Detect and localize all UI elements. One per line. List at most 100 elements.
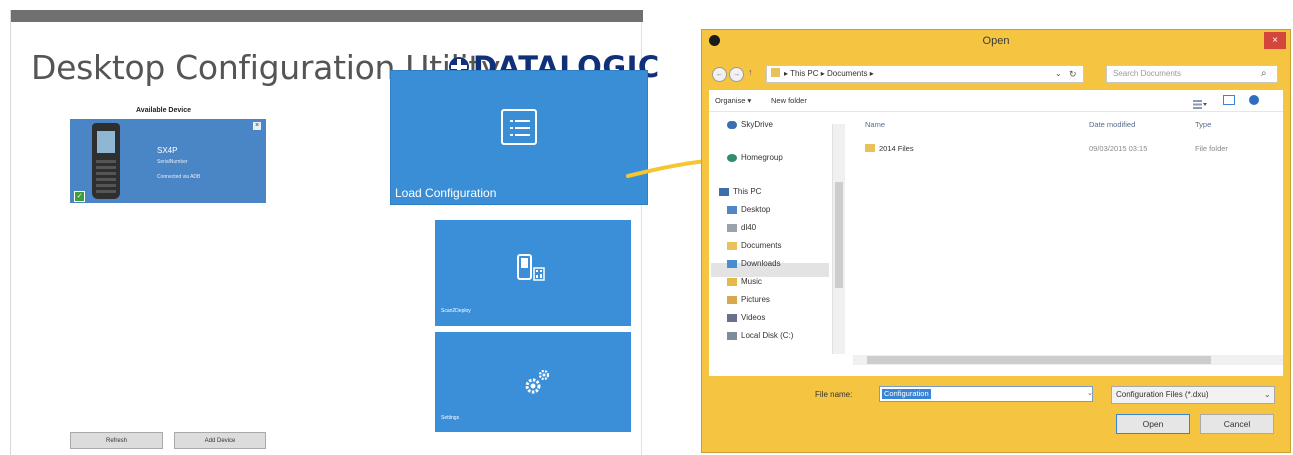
horizontal-scrollbar[interactable] (853, 355, 1283, 365)
computer-icon (719, 187, 729, 196)
scan2deploy-label: Scan2Deploy (441, 308, 471, 314)
downloads-icon (727, 259, 737, 268)
forward-icon[interactable]: → (729, 67, 744, 82)
nav-item-desktop[interactable]: Desktop (727, 205, 770, 214)
nav-item-label: Homegroup (741, 153, 783, 162)
add-device-button[interactable]: Add Device (174, 432, 266, 449)
device-keypad (96, 159, 116, 193)
documents-icon (727, 241, 737, 250)
disk-icon (727, 331, 737, 340)
breadcrumb: ▸ This PC ▸ Documents ▸ (784, 69, 874, 78)
refresh-icon[interactable]: ↻ (1069, 66, 1077, 82)
folder-icon (865, 144, 875, 152)
handheld-device-image (92, 123, 120, 199)
load-configuration-tile[interactable]: Load Configuration (391, 71, 647, 204)
dialog-footer: File name: Configuration ⌄ Configuration… (709, 376, 1283, 448)
file-name: 2014 Files (879, 144, 914, 153)
nav-scrollbar-thumb[interactable] (835, 182, 843, 288)
column-type[interactable]: Type (1195, 120, 1211, 129)
dialog-toolbar: Organise ▾ New folder (709, 90, 1283, 112)
device-connection-status: Connected via ADB (157, 174, 201, 180)
phone-barcode-icon (517, 254, 545, 281)
close-button[interactable]: × (1264, 32, 1286, 49)
horizontal-scrollbar-thumb[interactable] (867, 356, 1211, 364)
column-date-modified[interactable]: Date modified (1089, 120, 1135, 129)
chevron-down-icon: ⌄ (1264, 390, 1271, 399)
open-file-dialog: Open × ← → ↑ ▸ This PC ▸ Documents ▸ ⌄ ↻… (701, 29, 1291, 453)
cancel-button[interactable]: Cancel (1200, 414, 1274, 434)
column-name[interactable]: Name (865, 120, 885, 129)
view-options-icon[interactable] (1193, 96, 1207, 109)
nav-item-label: This PC (733, 187, 762, 196)
file-type-filter[interactable]: Configuration Files (*.dxu) ⌄ (1111, 386, 1275, 404)
videos-icon (727, 313, 737, 322)
nav-item-dl40[interactable]: dl40 (727, 223, 756, 232)
device-name: SX4P (157, 146, 178, 155)
nav-item-label: Downloads (741, 259, 781, 268)
search-placeholder: Search Documents (1113, 69, 1182, 78)
refresh-button[interactable]: Refresh (70, 432, 163, 449)
nav-item-downloads[interactable]: Downloads (727, 259, 781, 268)
homegroup-icon (727, 153, 737, 162)
checkmark-icon[interactable]: ✓ (74, 191, 85, 202)
search-input[interactable]: Search Documents ⌕ (1106, 65, 1278, 83)
device-serial: SerialNumber (157, 159, 188, 165)
nav-item-local-disk[interactable]: Local Disk (C:) (727, 331, 793, 340)
nav-item-homegroup[interactable]: Homegroup (727, 153, 783, 162)
pictures-icon (727, 295, 737, 304)
file-name-input[interactable]: Configuration (879, 386, 1093, 402)
file-date: 09/03/2015 03:15 (1089, 144, 1148, 153)
device-screen (97, 131, 115, 153)
navigation-pane: SkyDrive Homegroup This PC Desktop dl40 … (709, 112, 849, 376)
window-top-bar (11, 10, 643, 22)
nav-item-label: Pictures (741, 295, 770, 304)
nav-item-label: Music (741, 277, 762, 286)
dialog-body: Organise ▾ New folder SkyDrive Homegroup… (709, 90, 1283, 376)
organise-menu[interactable]: Organise ▾ (715, 96, 751, 105)
nav-item-pictures[interactable]: Pictures (727, 295, 770, 304)
scan2deploy-tile[interactable]: Scan2Deploy (435, 220, 631, 326)
chevron-down-icon[interactable]: ⌄ (1055, 66, 1062, 82)
chevron-down-icon[interactable]: ⌄ (1087, 386, 1099, 402)
nav-item-label: SkyDrive (741, 120, 774, 129)
dialog-title: Open (982, 35, 1010, 47)
nav-item-label: Desktop (741, 205, 771, 214)
desktop-icon (727, 205, 737, 214)
folder-icon (771, 68, 780, 77)
music-icon (727, 277, 737, 286)
up-icon[interactable]: ↑ (748, 67, 753, 77)
gears-icon (525, 369, 550, 394)
help-icon[interactable] (1249, 95, 1259, 105)
device-card[interactable]: SX4P SerialNumber Connected via ADB × ✓ (70, 119, 266, 203)
address-bar[interactable]: ▸ This PC ▸ Documents ▸ ⌄ ↻ (766, 65, 1084, 83)
available-device-label: Available Device (136, 107, 191, 114)
nav-item-music[interactable]: Music (727, 277, 762, 286)
search-icon: ⌕ (1261, 68, 1267, 79)
user-icon (727, 223, 737, 232)
nav-item-skydrive[interactable]: SkyDrive (727, 120, 773, 129)
nav-item-this-pc[interactable]: This PC (719, 187, 761, 196)
nav-scrollbar[interactable] (832, 124, 845, 354)
close-icon[interactable]: × (253, 122, 261, 130)
file-name-label: File name: (815, 390, 853, 399)
nav-item-label: Local Disk (C:) (741, 331, 794, 340)
file-list: Name Date modified Type 2014 Files 09/03… (851, 112, 1283, 376)
load-configuration-label: Load Configuration (395, 186, 497, 200)
preview-pane-icon[interactable] (1223, 95, 1235, 105)
nav-item-documents[interactable]: Documents (727, 241, 781, 250)
list-icon (501, 109, 537, 145)
settings-label: Settings (441, 415, 460, 421)
nav-item-label: dl40 (741, 223, 757, 232)
file-type-filter-value: Configuration Files (*.dxu) (1116, 390, 1209, 399)
nav-item-label: Documents (741, 241, 782, 250)
nav-item-label: Videos (741, 313, 766, 322)
new-folder-button[interactable]: New folder (771, 96, 807, 105)
file-name-value: Configuration (882, 389, 931, 399)
nav-item-videos[interactable]: Videos (727, 313, 765, 322)
settings-tile[interactable]: Settings (435, 332, 631, 432)
open-button[interactable]: Open (1116, 414, 1190, 434)
back-icon[interactable]: ← (712, 67, 727, 82)
cloud-icon (727, 120, 737, 129)
table-row[interactable]: 2014 Files 09/03/2015 03:15 File folder (851, 138, 1281, 154)
address-row: ← → ↑ ▸ This PC ▸ Documents ▸ ⌄ ↻ Search… (710, 63, 1282, 87)
